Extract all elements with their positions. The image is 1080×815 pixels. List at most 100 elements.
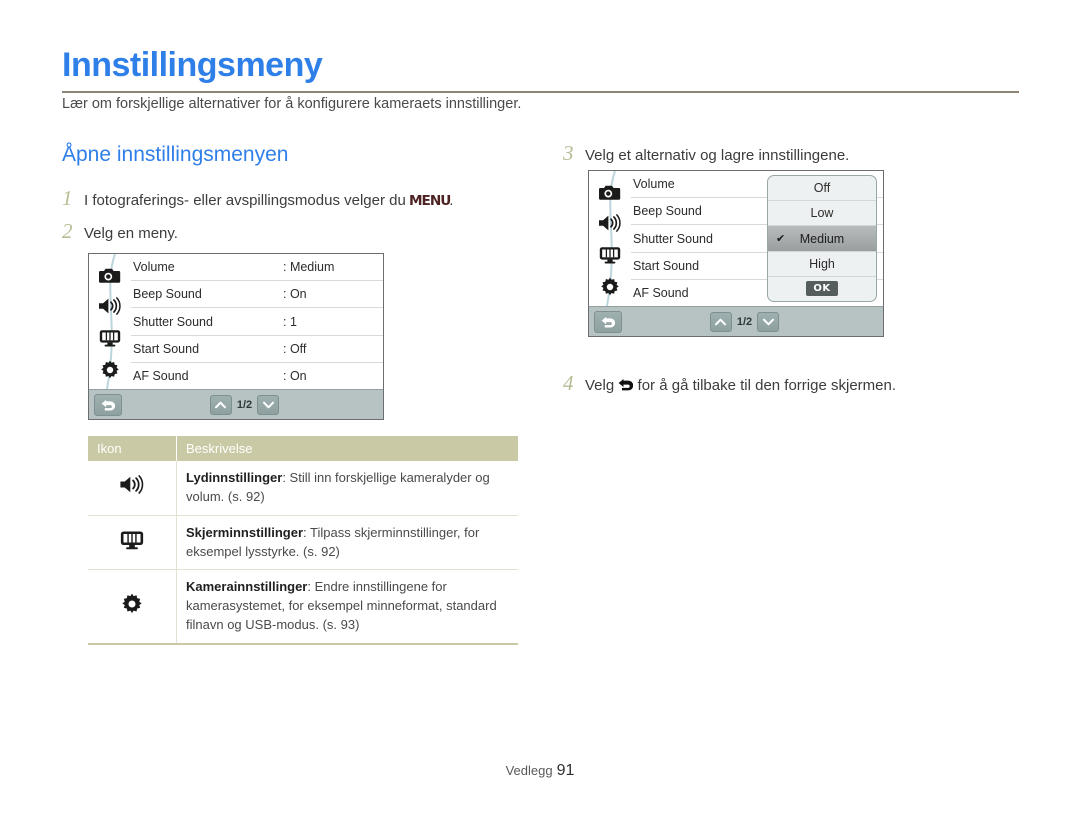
table-cell-description: Skjerminnstillinger: Tilpass skjerminnst… [176,515,518,571]
step-4-number: 4 [563,371,574,395]
camera-icon-rail-icons: R [589,171,631,306]
step-2-number: 2 [62,219,73,243]
page-down-button[interactable] [757,311,780,332]
settings-row-value: : On [283,368,307,383]
settings-row-label: Shutter Sound [133,314,213,329]
step-3-text: Velg et alternativ og lagre innstillinge… [585,147,850,164]
title-divider [62,91,1019,93]
camera-icon-rail-icons: R [89,254,131,389]
settings-row-value: : On [283,287,307,302]
footer-label: Vedlegg [505,763,553,778]
step-3-number: 3 [563,141,574,165]
dropdown-option-label: Low [810,206,834,221]
table-body: Lydinnstillinger: Still inn forskjellige… [88,461,518,645]
camera-screen-menu-with-dropdown: R Volume Beep Sound Shutter Sound Start … [588,170,884,337]
table-cell-icon [88,569,177,645]
speaker-icon[interactable] [598,214,622,233]
table-term: Kamerainnstillinger [186,579,308,595]
table-cell-icon [88,461,177,516]
dropdown-option-high[interactable]: High [768,252,876,277]
dropdown-footer: OK [768,277,876,301]
settings-row[interactable]: AF Sound : On [131,363,383,389]
camera-screen-toolbar: 1/2 [89,389,383,419]
camera-screen-menu: R Volume : Medium Beep Sound: On Shutte… [88,253,384,420]
page-title: Innstillingsmeny [62,46,323,84]
gear-icon [121,593,143,618]
back-button[interactable] [94,393,122,416]
settings-row-label: Volume [133,260,175,275]
page-footer: Vedlegg 91 [0,762,1080,780]
camera-icon[interactable]: R [99,267,121,284]
column-header-ikon: Ikon [88,436,177,461]
table-header-row: Ikon Beskrivelse [88,436,518,461]
step-1-number: 1 [62,186,73,210]
dropdown-option-label: High [809,256,835,271]
dropdown-option-label: Medium [799,231,845,246]
table-row: Lydinnstillinger: Still inn forskjellige… [88,461,518,516]
table-row: Skjerminnstillinger: Tilpass skjerminnst… [88,515,518,571]
section-heading: Åpne innstillingsmenyen [62,143,289,166]
table-term: Skjerminnstillinger [186,524,304,540]
camera-screen-body: R Volume Beep Sound Shutter Sound Start … [589,171,883,306]
settings-row-value: : Medium [283,260,335,275]
menu-button-icon: MENU [409,194,451,209]
page-indicator: 1/2 [236,398,253,411]
speaker-icon [119,475,145,497]
settings-row-value: : 1 [283,314,297,329]
gear-icon[interactable] [600,277,620,297]
column-header-beskrivelse: Beskrivelse [176,436,518,461]
svg-text:R: R [614,192,619,200]
settings-row-label: AF Sound [133,368,189,383]
step-1-text: I fotograferings- eller avspillingsmodus… [84,192,453,209]
display-icon[interactable] [99,329,121,347]
back-arrow-icon [618,378,634,396]
step-4: 4 Velg for å gå tilbake til den forrige … [563,371,896,396]
step-3: 3 Velg et alternativ og lagre innstillin… [563,141,849,166]
volume-options-dropdown: Off Low ✔ Medium High OK [767,175,877,302]
page-up-button[interactable] [709,311,732,332]
camera-icon-rail: R [589,171,631,306]
settings-row[interactable]: Start Sound : Off [131,336,383,363]
step-4-text-before: Velg [585,377,619,394]
step-2-text: Velg en meny. [84,225,178,242]
display-icon[interactable] [599,246,621,264]
display-icon [120,531,144,553]
speaker-icon[interactable] [98,297,122,316]
settings-row[interactable]: Shutter Sound : 1 [131,308,383,336]
dropdown-option-off[interactable]: Off [768,176,876,202]
table-cell-icon [88,515,177,571]
svg-text:R: R [114,275,119,283]
icon-description-table: Ikon Beskrivelse Lydinnstillinger: Still… [88,436,518,645]
table-term: Lydinnstillinger [186,470,283,485]
gear-icon[interactable] [100,360,120,380]
page-subtitle: Lær om forskjellige alternativer for å k… [62,96,522,112]
camera-icon[interactable]: R [599,184,621,201]
page-up-button[interactable] [209,394,232,415]
table-row: Kamerainnstillinger: Endre innstillingen… [88,569,518,645]
table-head: Ikon Beskrivelse [88,436,518,461]
table-cell-description: Kamerainnstillinger: Endre innstillingen… [176,569,518,645]
settings-row[interactable]: Beep Sound : On [131,281,383,309]
dropdown-option-low[interactable]: Low [768,201,876,227]
step-1: 1 I fotograferings- eller avspillingsmod… [62,186,453,211]
page-down-button[interactable] [257,394,280,415]
pager: 1/2 [709,311,780,332]
ok-button[interactable]: OK [806,281,838,297]
step-4-text-after: for å gå tilbake til den forrige skjerme… [633,377,896,394]
back-button[interactable] [594,310,622,333]
settings-row-list: Volume : Medium Beep Sound : On Shutter … [131,254,383,389]
checkmark-icon: ✔ [776,233,786,245]
camera-icon-rail: R [89,254,131,389]
settings-row-label: Start Sound [133,341,200,356]
step-1-text-before: I fotograferings- eller avspillingsmodus… [84,192,410,209]
step-2: 2 Velg en meny. [62,219,178,244]
dropdown-option-label: Off [813,181,831,196]
camera-screen-body: R Volume : Medium Beep Sound: On Shutte… [89,254,383,389]
document-page: Innstillingsmeny Lær om forskjellige alt… [0,0,1080,815]
camera-screen-toolbar: 1/2 [589,306,883,336]
settings-row[interactable]: Volume : Medium [131,254,383,282]
page-indicator: 1/2 [736,315,753,328]
dropdown-option-medium[interactable]: ✔ Medium [768,226,876,252]
table-cell-description: Lydinnstillinger: Still inn forskjellige… [176,461,518,516]
pager: 1/2 [209,394,280,415]
